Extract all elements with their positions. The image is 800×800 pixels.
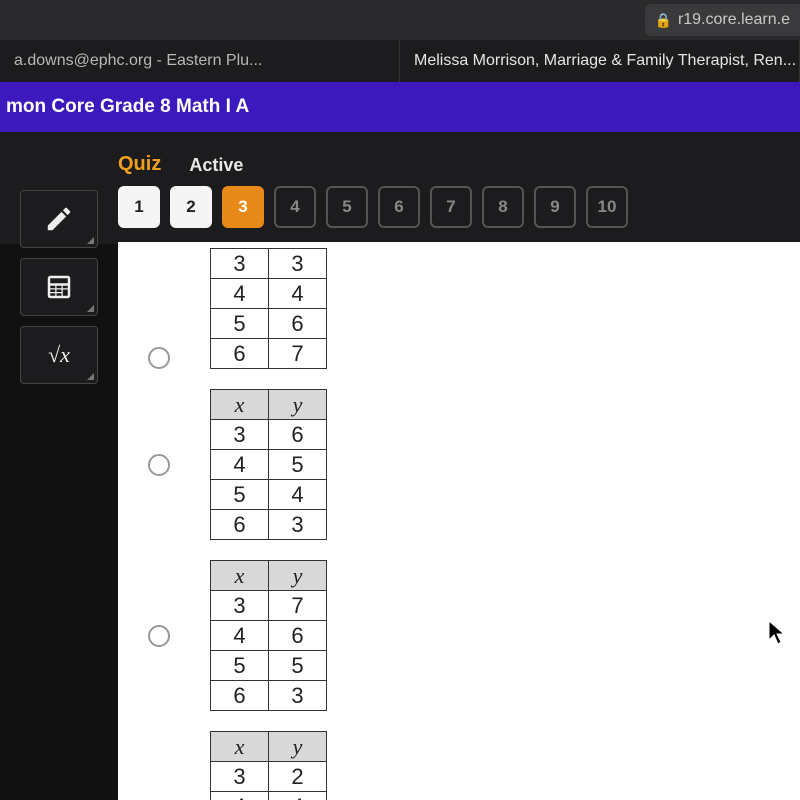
answer-option-a[interactable]: 33 44 56 67 xyxy=(118,242,800,379)
answer-option-c[interactable]: xy 37 46 55 63 xyxy=(118,550,800,721)
question-nav-7[interactable]: 7 xyxy=(430,186,472,228)
question-nav: 1 2 3 4 5 6 7 8 9 10 xyxy=(118,176,800,244)
question-nav-5[interactable]: 5 xyxy=(326,186,368,228)
table-row: 36 xyxy=(211,420,327,450)
formula-tool[interactable]: √x xyxy=(20,326,98,384)
course-title: mon Core Grade 8 Math I A xyxy=(6,96,249,118)
table-a: 33 44 56 67 xyxy=(210,248,327,369)
radio-a[interactable] xyxy=(148,347,170,369)
table-row: 54 xyxy=(211,480,327,510)
browser-tab-1[interactable]: a.downs@ephc.org - Eastern Plu... xyxy=(0,40,400,82)
browser-tab-2[interactable]: Melissa Morrison, Marriage & Family Ther… xyxy=(400,40,800,82)
browser-address-bar: 🔒 r19.core.learn.e xyxy=(0,0,800,40)
sqrt-icon: √x xyxy=(48,342,70,368)
answer-option-b[interactable]: xy 36 45 54 63 xyxy=(118,379,800,550)
pencil-icon xyxy=(44,204,74,234)
question-nav-8[interactable]: 8 xyxy=(482,186,524,228)
table-header: xy xyxy=(211,390,327,420)
calculator-tool[interactable] xyxy=(20,258,98,316)
table-row: 55 xyxy=(211,651,327,681)
url-text: r19.core.learn.e xyxy=(678,11,790,29)
question-nav-3[interactable]: 3 xyxy=(222,186,264,228)
lock-icon: 🔒 xyxy=(655,12,672,29)
question-nav-4[interactable]: 4 xyxy=(274,186,316,228)
url-display[interactable]: 🔒 r19.core.learn.e xyxy=(645,4,800,36)
question-nav-2[interactable]: 2 xyxy=(170,186,212,228)
pencil-tool[interactable] xyxy=(20,190,98,248)
table-c: xy 37 46 55 63 xyxy=(210,560,327,711)
table-row: 67 xyxy=(211,339,327,369)
browser-tabs: a.downs@ephc.org - Eastern Plu... Meliss… xyxy=(0,40,800,82)
table-b: xy 36 45 54 63 xyxy=(210,389,327,540)
quiz-header: Quiz Active 1 2 3 4 5 6 7 8 9 10 xyxy=(0,132,800,244)
question-nav-9[interactable]: 9 xyxy=(534,186,576,228)
table-d: xy 32 44 xyxy=(210,731,327,800)
table-row: 44 xyxy=(211,792,327,800)
answer-option-d[interactable]: xy 32 44 xyxy=(118,721,800,800)
calculator-icon xyxy=(44,272,74,302)
quiz-label: Quiz xyxy=(118,153,161,176)
quiz-active-label: Active xyxy=(189,155,243,176)
question-nav-1[interactable]: 1 xyxy=(118,186,160,228)
table-row: 44 xyxy=(211,279,327,309)
radio-c[interactable] xyxy=(148,625,170,647)
table-row: 32 xyxy=(211,762,327,792)
table-header: xy xyxy=(211,732,327,762)
question-nav-6[interactable]: 6 xyxy=(378,186,420,228)
table-row: 63 xyxy=(211,681,327,711)
course-header: mon Core Grade 8 Math I A xyxy=(0,82,800,132)
question-nav-10[interactable]: 10 xyxy=(586,186,628,228)
question-content: 33 44 56 67 xy 36 45 54 63 xy 37 46 55 xyxy=(118,242,800,800)
table-row: 37 xyxy=(211,591,327,621)
table-row: 56 xyxy=(211,309,327,339)
tool-column: √x xyxy=(20,190,98,384)
table-header: xy xyxy=(211,561,327,591)
table-row: 46 xyxy=(211,621,327,651)
radio-b[interactable] xyxy=(148,454,170,476)
table-row: 45 xyxy=(211,450,327,480)
table-row: 63 xyxy=(211,510,327,540)
table-row: 33 xyxy=(211,249,327,279)
